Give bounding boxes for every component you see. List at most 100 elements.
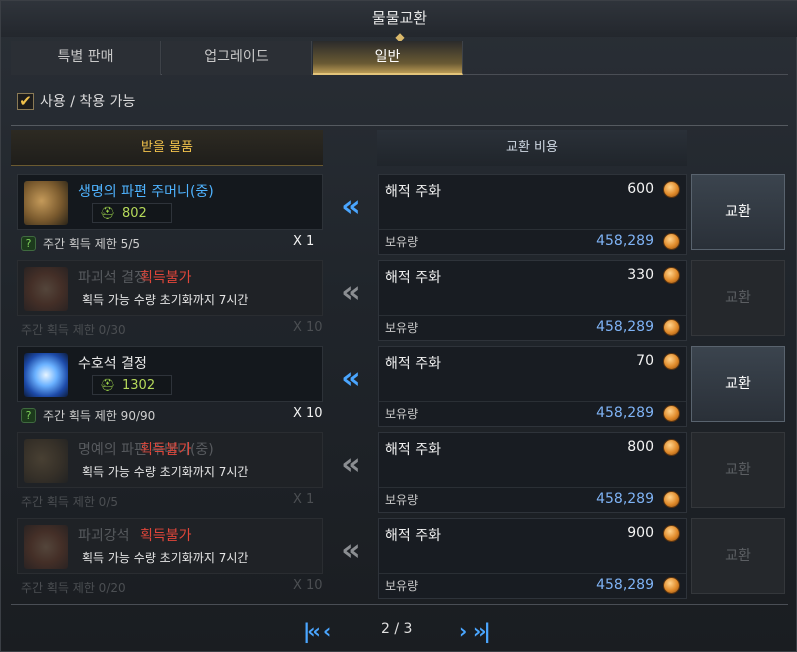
- holding-amount: 458,289: [596, 577, 654, 593]
- exchange-button[interactable]: 교환: [691, 518, 785, 594]
- pirate-coin-icon: [663, 353, 680, 370]
- weekly-limit-text: 주간 획득 제한 0/30: [21, 322, 126, 337]
- pirate-coin-icon: [663, 439, 680, 456]
- pirate-coin-icon: [663, 267, 680, 284]
- guardian-crystal-icon: [24, 353, 68, 397]
- page-indicator: 2 / 3: [381, 621, 413, 637]
- cost-currency-name: 해적 주화: [385, 528, 441, 544]
- honor-shard-pouch-icon: [24, 439, 68, 483]
- cost-separator: [379, 401, 686, 402]
- destruction-stone-icon: [24, 525, 68, 569]
- pirate-coin-icon: [663, 577, 680, 594]
- exchange-row: 파괴강석 획득불가 획득 가능 수량 초기화까지 7시간 주간 획득 제한 0/…: [1, 518, 797, 602]
- item-slot[interactable]: 생명의 파편 주머니(중) ⛑ 802: [17, 174, 323, 230]
- item-name: 수호석 결정: [78, 356, 147, 372]
- weekly-limit: 주간 획득 제한 0/5: [21, 492, 118, 510]
- holding-amount: 458,289: [596, 491, 654, 507]
- double-chevron-left-icon: «: [341, 189, 361, 224]
- item-quantity: X 10: [293, 406, 323, 421]
- reset-message: 획득 가능 수량 초기화까지 7시간: [82, 465, 249, 479]
- cost-column-header: 교환 비용: [377, 130, 687, 166]
- item-slot[interactable]: 파괴석 결정 획득불가 획득 가능 수량 초기화까지 7시간: [17, 260, 323, 316]
- item-power: 1302: [122, 378, 156, 393]
- last-page-icon[interactable]: ››|: [473, 619, 491, 643]
- holding-label: 보유량: [385, 493, 419, 507]
- pirate-coin-icon: [663, 233, 680, 250]
- cost-separator: [379, 229, 686, 230]
- tab-general[interactable]: 일반: [313, 41, 463, 75]
- weekly-limit: ? 주간 획득 제한 5/5: [21, 234, 140, 252]
- double-chevron-left-icon: «: [341, 361, 361, 396]
- exchange-row: 명예의 파편 주머니(중) 획득불가 획득 가능 수량 초기화까지 7시간 주간…: [1, 432, 797, 516]
- item-name: 생명의 파편 주머니(중): [78, 184, 214, 200]
- double-chevron-left-icon: «: [341, 533, 361, 568]
- cost-box: 해적 주화 330 보유량 458,289: [378, 260, 687, 341]
- barter-window: 물물교환 ◆ 특별 판매 업그레이드 일반 ✔ 사용 / 착용 가능 받을 물품…: [0, 0, 797, 652]
- item-quantity: X 1: [293, 234, 315, 249]
- unavailable-label: 획득불가: [140, 442, 192, 458]
- item-name: 파괴강석: [78, 528, 130, 544]
- check-icon[interactable]: ✔: [17, 92, 34, 110]
- unavailable-label: 획득불가: [140, 270, 192, 286]
- item-power: 802: [122, 206, 147, 221]
- cost-separator: [379, 487, 686, 488]
- reset-message: 획득 가능 수량 초기화까지 7시간: [82, 293, 249, 307]
- tab-special-sale[interactable]: 특별 판매: [11, 41, 161, 75]
- pirate-coin-icon: [663, 181, 680, 198]
- item-slot[interactable]: 명예의 파편 주머니(중) 획득불가 획득 가능 수량 초기화까지 7시간: [17, 432, 323, 488]
- cost-currency-name: 해적 주화: [385, 442, 441, 458]
- receive-column-header: 받을 물품: [11, 130, 323, 166]
- cost-amount: 800: [627, 439, 654, 455]
- cost-box: 해적 주화 800 보유량 458,289: [378, 432, 687, 513]
- cost-separator: [379, 573, 686, 574]
- holding-label: 보유량: [385, 579, 419, 593]
- life-shard-pouch-icon: [24, 181, 68, 225]
- exchange-row: 수호석 결정 ⛑ 1302 ? 주간 획득 제한 90/90 X 10 « 해적…: [1, 346, 797, 430]
- pirate-coin-icon: [663, 525, 680, 542]
- holding-label: 보유량: [385, 407, 419, 421]
- destruction-crystal-icon: [24, 267, 68, 311]
- unavailable-label: 획득불가: [140, 528, 192, 544]
- tab-bar: 특별 판매 업그레이드 일반: [11, 41, 788, 75]
- double-chevron-left-icon: «: [341, 275, 361, 310]
- cost-amount: 600: [627, 181, 654, 197]
- helmet-icon: ⛑: [100, 206, 116, 220]
- next-page-icon[interactable]: ›: [459, 619, 467, 643]
- exchange-button[interactable]: 교환: [691, 346, 785, 422]
- weekly-limit-text: 주간 획득 제한 0/20: [21, 580, 126, 595]
- holding-amount: 458,289: [596, 233, 654, 249]
- tab-upgrade[interactable]: 업그레이드: [162, 41, 312, 75]
- item-quantity: X 1: [293, 492, 315, 507]
- first-page-icon[interactable]: |‹‹: [303, 619, 321, 643]
- weekly-limit-text: 주간 획득 제한 90/90: [43, 408, 156, 423]
- weekly-limit: 주간 획득 제한 0/30: [21, 320, 126, 338]
- exchange-button[interactable]: 교환: [691, 432, 785, 508]
- question-icon[interactable]: ?: [21, 407, 36, 423]
- question-icon[interactable]: ?: [21, 235, 36, 251]
- weekly-limit-text: 주간 획득 제한 0/5: [21, 494, 118, 509]
- weekly-limit-text: 주간 획득 제한 5/5: [43, 236, 140, 251]
- cost-box: 해적 주화 900 보유량 458,289: [378, 518, 687, 599]
- footer-divider: [11, 604, 788, 605]
- pirate-coin-icon: [663, 405, 680, 422]
- cost-amount: 900: [627, 525, 654, 541]
- usable-filter[interactable]: ✔ 사용 / 착용 가능: [17, 91, 135, 111]
- holding-label: 보유량: [385, 321, 419, 335]
- pirate-coin-icon: [663, 319, 680, 336]
- exchange-row: 파괴석 결정 획득불가 획득 가능 수량 초기화까지 7시간 주간 획득 제한 …: [1, 260, 797, 344]
- item-slot[interactable]: 파괴강석 획득불가 획득 가능 수량 초기화까지 7시간: [17, 518, 323, 574]
- helmet-icon: ⛑: [100, 378, 116, 392]
- item-slot[interactable]: 수호석 결정 ⛑ 1302: [17, 346, 323, 402]
- exchange-button[interactable]: 교환: [691, 260, 785, 336]
- item-quantity: X 10: [293, 578, 323, 593]
- pirate-coin-icon: [663, 491, 680, 508]
- holding-amount: 458,289: [596, 319, 654, 335]
- section-divider: [11, 125, 788, 126]
- exchange-button[interactable]: 교환: [691, 174, 785, 250]
- prev-page-icon[interactable]: ‹: [323, 619, 331, 643]
- item-quantity: X 10: [293, 320, 323, 335]
- cost-separator: [379, 315, 686, 316]
- usable-filter-label: 사용 / 착용 가능: [40, 94, 136, 110]
- exchange-row: 생명의 파편 주머니(중) ⛑ 802 ? 주간 획득 제한 5/5 X 1 «…: [1, 174, 797, 258]
- cost-currency-name: 해적 주화: [385, 270, 441, 286]
